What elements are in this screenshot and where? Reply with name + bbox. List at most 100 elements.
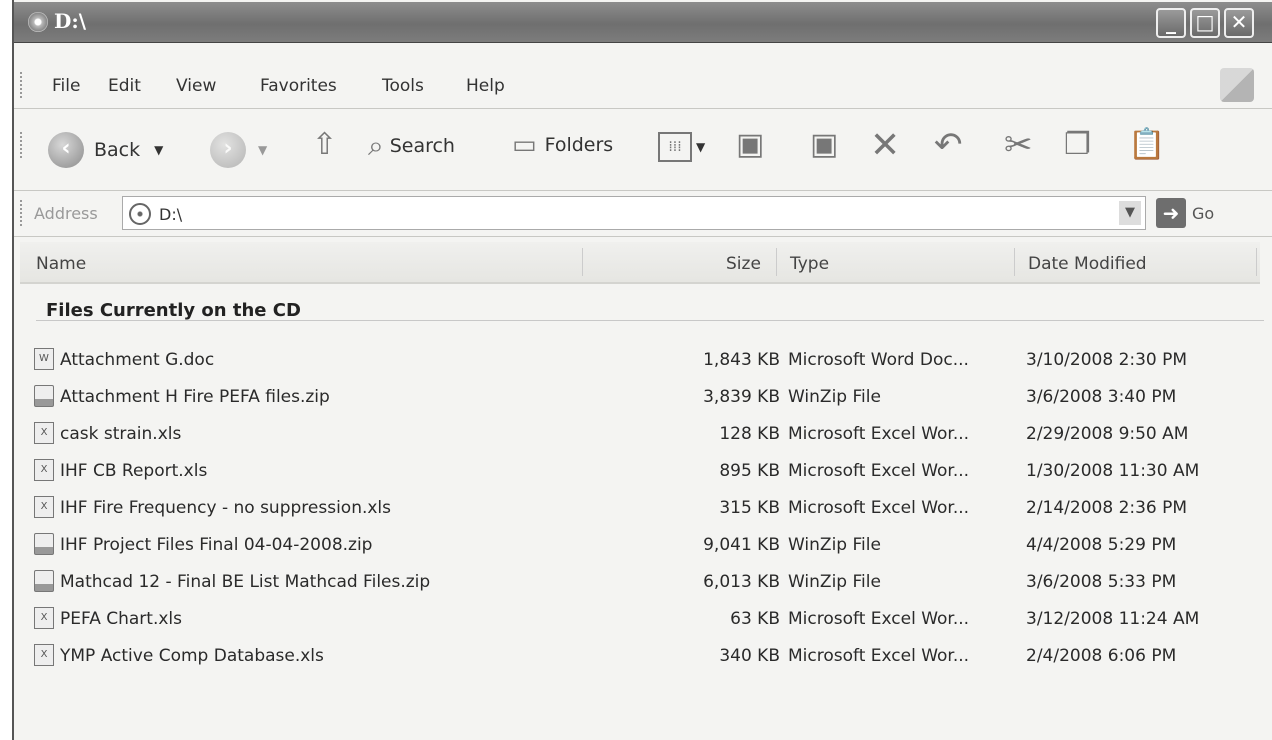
file-name: IHF Fire Frequency - no suppression.xls [60,498,392,518]
file-row[interactable]: X IHF CB Report.xls 895 KB Microsoft Exc… [30,455,1260,489]
excel-file-icon: X [34,459,54,481]
forward-dropdown-icon[interactable]: ▼ [258,143,267,157]
up-folder-button[interactable]: ⇧ [312,130,337,160]
file-row[interactable]: X YMP Active Comp Database.xls 340 KB Mi… [30,640,1260,674]
search-label: Search [389,135,455,157]
column-divider[interactable] [582,248,583,276]
cd-drive-icon [28,12,48,32]
address-grip[interactable] [20,200,25,226]
file-date: 1/30/2008 11:30 AM [1026,461,1200,481]
cut-icon: ✂ [1004,125,1033,165]
file-size: 63 KB [730,609,780,629]
folders-label: Folders [544,134,614,156]
excel-file-icon: X [34,496,54,518]
go-arrow-icon[interactable]: ➜ [1156,198,1186,228]
views-icon: ⁞⁞⁞ [658,132,692,162]
move-to-icon: ▣ [736,127,765,162]
file-date: 3/6/2008 5:33 PM [1026,572,1177,592]
file-row[interactable]: W Attachment G.doc 1,843 KB Microsoft Wo… [30,344,1260,378]
copy-button[interactable]: ❐ [1064,130,1091,160]
menu-favorites[interactable]: Favorites [260,76,337,96]
cd-drive-icon [129,203,151,225]
file-type: Microsoft Excel Wor... [788,461,970,481]
address-bar: Address D:\ ▼ ➜ Go [14,192,1272,237]
file-row[interactable]: X IHF Fire Frequency - no suppression.xl… [30,492,1260,526]
back-button[interactable]: ‹ Back ▼ [48,132,163,168]
menu-tools[interactable]: Tools [382,76,424,96]
menu-grip[interactable] [20,72,25,98]
file-size: 1,843 KB [703,350,780,370]
column-name[interactable]: Name [36,254,86,274]
file-name: IHF Project Files Final 04-04-2008.zip [60,535,373,555]
file-row[interactable]: Attachment H Fire PEFA files.zip 3,839 K… [30,381,1260,415]
column-divider[interactable] [1256,248,1257,276]
file-size: 315 KB [719,498,780,518]
back-dropdown-icon[interactable]: ▼ [154,143,163,157]
file-type: WinZip File [788,535,881,555]
excel-file-icon: X [34,644,54,666]
column-divider[interactable] [776,248,777,276]
column-divider[interactable] [1014,248,1015,276]
column-type[interactable]: Type [790,254,829,274]
menu-help[interactable]: Help [466,76,505,96]
copy-icon: ❐ [1064,127,1091,162]
file-type: WinZip File [788,572,881,592]
file-type: Microsoft Excel Wor... [788,646,970,666]
cut-button[interactable]: ✂ [1004,128,1033,162]
address-label: Address [34,204,98,223]
copy-to-button[interactable]: ▣ [810,130,838,160]
file-size: 128 KB [719,424,780,444]
file-date: 2/14/2008 2:36 PM [1026,498,1188,518]
address-value: D:\ [159,205,183,224]
close-button[interactable]: ✕ [1224,8,1254,38]
excel-file-icon: X [34,607,54,629]
file-row[interactable]: X cask strain.xls 128 KB Microsoft Excel… [30,418,1260,452]
file-date: 2/29/2008 9:50 AM [1026,424,1189,444]
menu-edit[interactable]: Edit [108,76,141,96]
folders-icon: ▭ [512,130,537,160]
delete-icon: ✕ [870,125,901,166]
paste-button[interactable]: 📋 [1128,130,1165,160]
menu-view[interactable]: View [176,76,216,96]
file-row[interactable]: X PEFA Chart.xls 63 KB Microsoft Excel W… [30,603,1260,637]
undo-button[interactable]: ↶ [934,128,963,162]
toolbar-grip[interactable] [20,132,25,158]
file-type: Microsoft Excel Wor... [788,609,970,629]
folders-button[interactable]: ▭ Folders [512,132,613,158]
file-date: 3/12/2008 11:24 AM [1026,609,1200,629]
back-label: Back [94,139,141,161]
title-bar[interactable]: D:\ _ □ ✕ [14,2,1272,43]
column-date-modified[interactable]: Date Modified [1028,254,1147,274]
file-date: 3/6/2008 3:40 PM [1026,387,1177,407]
delete-button[interactable]: ✕ [870,128,900,164]
forward-arrow-icon: › [210,132,246,168]
views-button[interactable]: ⁞⁞⁞ ▼ [658,132,705,162]
file-type: Microsoft Excel Wor... [788,498,970,518]
file-row[interactable]: IHF Project Files Final 04-04-2008.zip 9… [30,529,1260,563]
address-input[interactable]: D:\ ▼ [122,196,1146,230]
undo-icon: ↶ [934,125,963,165]
file-type: Microsoft Word Doc... [788,350,969,370]
go-button[interactable]: Go [1192,204,1214,223]
search-icon: ⌕ [368,129,384,162]
column-header-row: Name Size Type Date Modified [20,242,1260,284]
search-button[interactable]: ⌕ Search [368,132,455,160]
file-date: 4/4/2008 5:29 PM [1026,535,1177,555]
windows-logo-icon [1220,68,1254,102]
explorer-window: D:\ _ □ ✕ File Edit View Favorites Tools… [12,0,1272,740]
maximize-button[interactable]: □ [1190,8,1220,38]
file-row[interactable]: Mathcad 12 - Final BE List Mathcad Files… [30,566,1260,600]
file-name: cask strain.xls [60,424,182,444]
file-name: Attachment G.doc [60,350,215,370]
standard-toolbar: ‹ Back ▼ › ▼ ⇧ ⌕ Search ▭ Folders ⁞⁞⁞ ▼ … [14,110,1272,191]
address-dropdown-icon[interactable]: ▼ [1119,201,1141,225]
column-size[interactable]: Size [726,254,761,274]
zip-file-icon [34,570,54,592]
menu-file[interactable]: File [52,76,80,96]
file-type: WinZip File [788,387,881,407]
file-size: 340 KB [719,646,780,666]
forward-button[interactable]: › ▼ [210,132,267,168]
move-to-button[interactable]: ▣ [736,130,764,160]
zip-file-icon [34,533,54,555]
minimize-button[interactable]: _ [1156,8,1186,38]
